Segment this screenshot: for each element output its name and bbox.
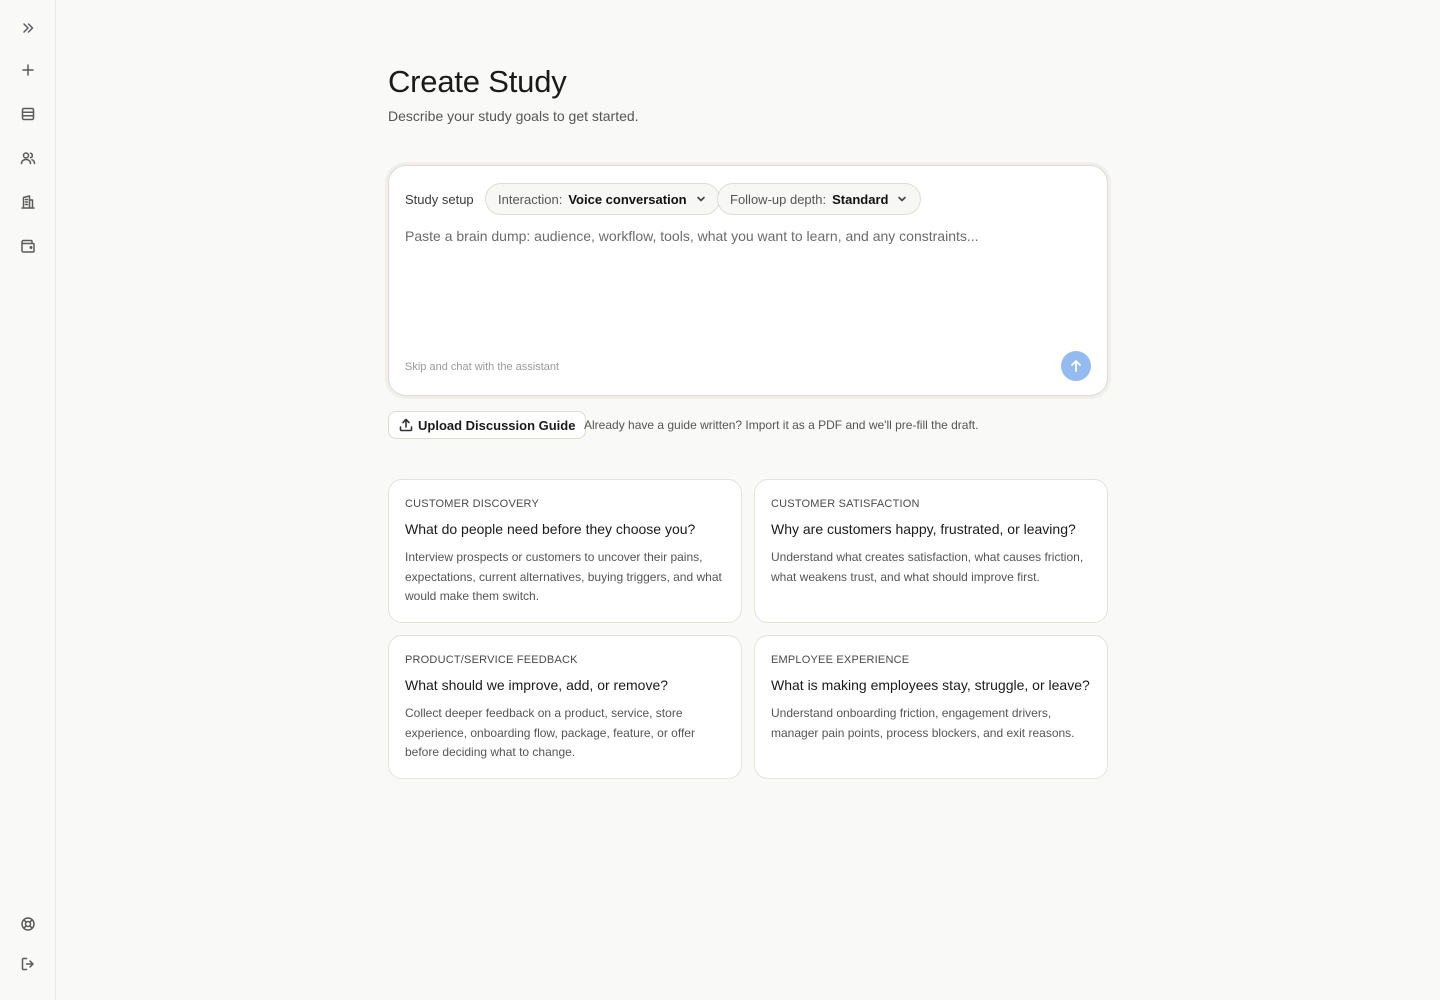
- sidebar: [0, 0, 56, 1000]
- interaction-label: Interaction:: [498, 191, 563, 207]
- template-card-customer-discovery[interactable]: Customer Discovery What do people need b…: [388, 479, 742, 623]
- template-category: Product/Service Feedback: [405, 654, 578, 666]
- skip-and-chat-link[interactable]: Skip and chat with the assistant: [405, 361, 559, 373]
- interaction-dropdown[interactable]: Interaction: Voice conversation: [485, 183, 720, 215]
- interaction-value: Voice conversation: [568, 191, 687, 207]
- logout-icon: [21, 957, 34, 971]
- template-description: Interview prospects or customers to unco…: [405, 550, 722, 603]
- new-study-button[interactable]: [14, 56, 42, 84]
- upload-discussion-guide-button[interactable]: Upload Discussion Guide: [388, 411, 587, 439]
- template-category: Customer Satisfaction: [771, 498, 920, 510]
- submit-button[interactable]: [1061, 351, 1091, 381]
- chevron-down-icon: [898, 196, 907, 202]
- study-composer: Study setup Interaction: Voice conversat…: [388, 165, 1108, 396]
- template-question: What should we improve, add, or remove?: [405, 677, 669, 693]
- study-setup-label: Study setup: [405, 192, 474, 207]
- template-question: What is making employees stay, struggle,…: [771, 677, 1090, 693]
- template-card-product-feedback[interactable]: Product/Service Feedback What should we …: [388, 635, 742, 779]
- expand-sidebar-button[interactable]: [14, 14, 42, 42]
- studies-nav-button[interactable]: [14, 100, 42, 128]
- follow-up-depth-value: Standard: [832, 191, 889, 207]
- expand-icon: [23, 23, 34, 33]
- follow-up-depth-dropdown[interactable]: Follow-up depth: Standard: [717, 183, 922, 215]
- upload-hint: Already have a guide written? Import it …: [584, 418, 979, 432]
- upload-icon: [399, 418, 413, 432]
- building-icon: [21, 195, 35, 209]
- plus-icon: [22, 64, 34, 76]
- arrow-up-icon: [1071, 360, 1081, 372]
- page-subtitle: Describe your study goals to get started…: [388, 108, 639, 124]
- template-category: Customer Discovery: [405, 498, 539, 510]
- wallet-icon: [21, 239, 35, 253]
- participants-nav-button[interactable]: [14, 144, 42, 172]
- template-category: Employee Experience: [771, 654, 910, 666]
- studies-list-icon: [21, 107, 35, 121]
- chevron-down-icon: [696, 196, 705, 202]
- template-description: Understand onboarding friction, engageme…: [771, 706, 1075, 740]
- participants-icon: [20, 152, 36, 165]
- organization-nav-button[interactable]: [14, 188, 42, 216]
- upload-button-label: Upload Discussion Guide: [418, 417, 576, 433]
- help-lifebuoy-icon: [21, 917, 35, 931]
- billing-nav-button[interactable]: [14, 232, 42, 260]
- logout-button[interactable]: [14, 950, 42, 978]
- follow-up-depth-label: Follow-up depth:: [730, 191, 827, 207]
- template-card-employee-experience[interactable]: Employee Experience What is making emplo…: [754, 635, 1108, 779]
- template-question: Why are customers happy, frustrated, or …: [771, 521, 1076, 537]
- template-card-customer-satisfaction[interactable]: Customer Satisfaction Why are customers …: [754, 479, 1108, 623]
- help-button[interactable]: [14, 910, 42, 938]
- template-description: Understand what creates satisfaction, wh…: [771, 550, 1084, 584]
- template-question: What do people need before they choose y…: [405, 521, 696, 537]
- brain-dump-input[interactable]: [405, 228, 1095, 338]
- page-title: Create Study: [388, 64, 567, 99]
- template-description: Collect deeper feedback on a product, se…: [405, 706, 695, 759]
